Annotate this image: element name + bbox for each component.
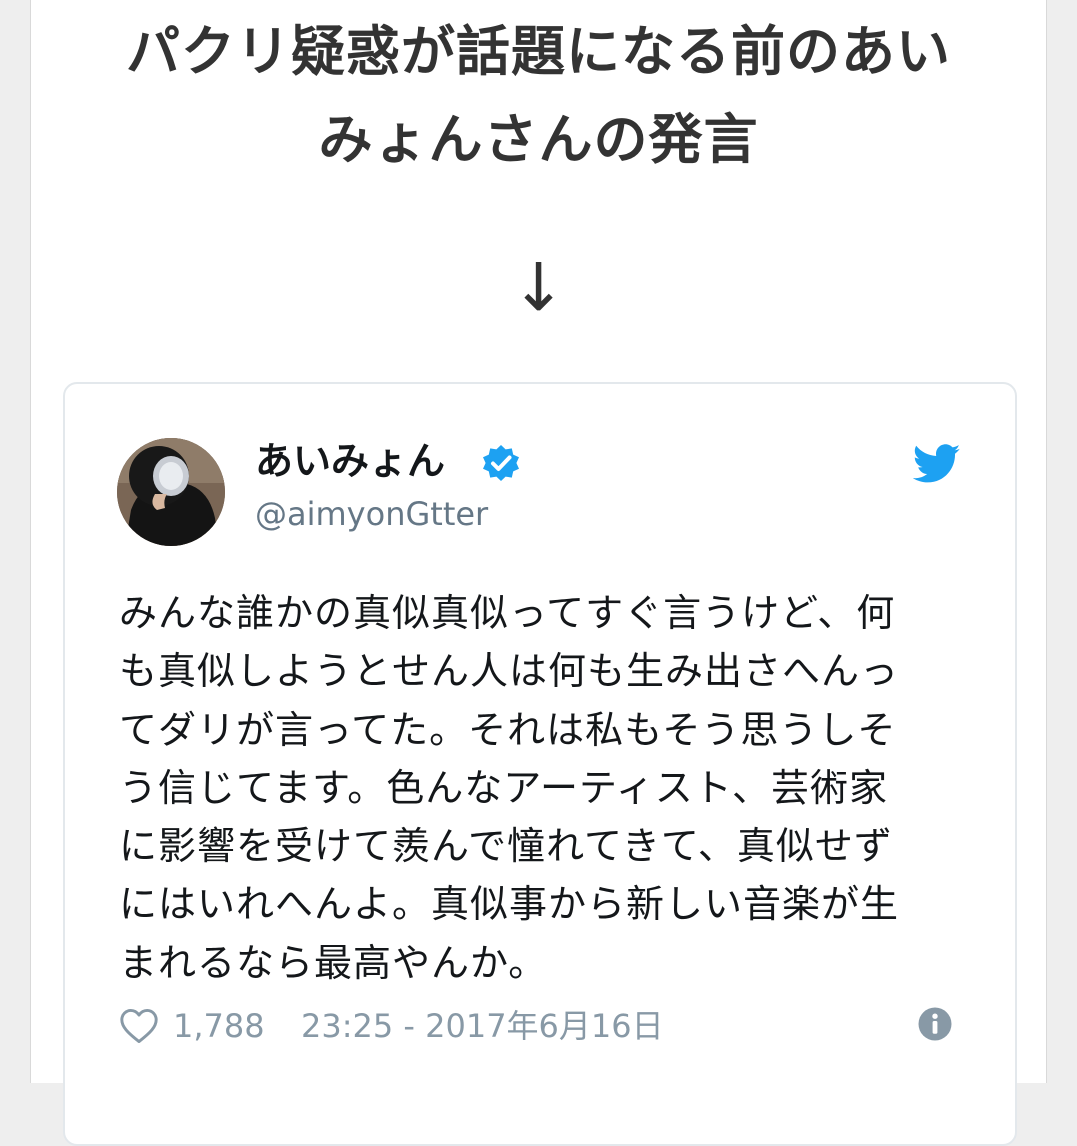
article-page: パクリ疑惑が話題になる前のあい みょんさんの発言 ↓ あいみょん @aimyon… (30, 0, 1047, 1146)
tweet-text-line: てダリが言ってた。それは私もそう思うしそ (119, 707, 897, 752)
info-icon[interactable] (917, 1006, 953, 1042)
heart-outline-icon[interactable] (119, 1008, 159, 1044)
tweet-text: みんな誰かの真似真似ってすぐ言うけど、何 も真似しようとせん人は何も生み出さへん… (119, 584, 969, 992)
headline-line-1: パクリ疑惑が話題になる前のあい (126, 20, 951, 83)
embedded-tweet-card[interactable]: あいみょん @aimyonGtter みんな誰かの真似真似ってすぐ言うけど、何 … (63, 382, 1017, 1146)
avatar[interactable] (117, 438, 225, 546)
display-name[interactable]: あいみょん (255, 436, 445, 486)
tweet-footer: 1,788 23:25 - 2017年6月16日 (119, 1002, 969, 1050)
user-handle[interactable]: @aimyonGtter (255, 492, 488, 536)
headline-line-2: みょんさんの発言 (318, 108, 759, 171)
tweet-text-line: まれるなら最高やんか。 (119, 940, 548, 985)
page-headline: パクリ疑惑が話題になる前のあい みょんさんの発言 (31, 8, 1046, 184)
tweet-text-line: にはいれへんよ。真似事から新しい音楽が生 (119, 882, 900, 927)
tweet-text-line: も真似しようとせん人は何も生み出さへんっ (119, 649, 900, 694)
tweet-text-line: う信じてます。色んなアーティスト、芸術家 (119, 765, 888, 810)
twitter-bird-icon[interactable] (913, 444, 961, 484)
tweet-timestamp[interactable]: 23:25 - 2017年6月16日 (301, 1002, 664, 1050)
down-arrow: ↓ (510, 249, 567, 326)
tweet-text-line: みんな誰かの真似真似ってすぐ言うけど、何 (119, 591, 896, 635)
tweet-text-line: に影響を受けて羨んで憧れてきて、真似せず (119, 824, 893, 869)
verified-badge-icon (483, 445, 519, 481)
like-count[interactable]: 1,788 (173, 1002, 265, 1050)
